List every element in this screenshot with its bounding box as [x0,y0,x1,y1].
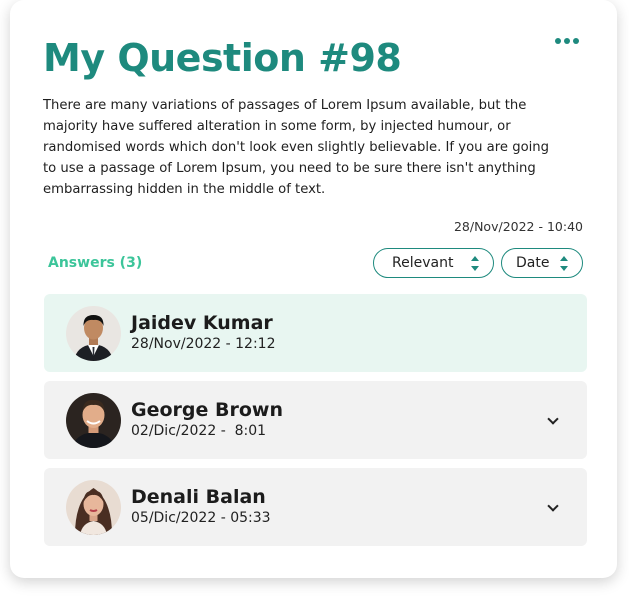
question-title: My Question #98 [43,36,402,80]
answer-row-jaidev-kumar[interactable]: Jaidev Kumar 28/Nov/2022 - 12:12 [44,294,587,372]
sort-relevant-button[interactable]: Relevant [373,248,494,278]
answer-date: 05/Dic/2022 - 05:33 [131,510,271,526]
sort-up-down-icon [560,256,568,271]
dot [573,38,579,44]
answers-count-label: Answers (3) [48,255,143,271]
question-date: 28/Nov/2022 - 10:40 [453,219,583,234]
avatar [66,480,121,535]
chevron-down-icon[interactable] [547,413,559,425]
answer-row-denali-balan[interactable]: Denali Balan 05/Dic/2022 - 05:33 [44,468,587,546]
avatar [66,306,121,361]
answer-date: 02/Dic/2022 - 8:01 [131,423,267,439]
sort-up-down-icon [471,256,479,271]
answer-row-george-brown[interactable]: George Brown 02/Dic/2022 - 8:01 [44,381,587,459]
answer-author: George Brown [131,399,283,421]
question-body: There are many variations of passages of… [43,98,550,197]
answer-author: Denali Balan [131,486,266,508]
answer-author: Jaidev Kumar [131,312,273,334]
sort-date-button[interactable]: Date [501,248,583,278]
more-options-icon[interactable] [549,33,585,49]
answer-date: 28/Nov/2022 - 12:12 [131,336,276,352]
avatar [66,393,121,448]
sort-relevant-label: Relevant [392,255,454,271]
chevron-down-icon[interactable] [547,500,559,512]
sort-date-label: Date [516,255,550,271]
dot [564,38,570,44]
dot [555,38,561,44]
question-card: My Question #98 There are many variation… [10,0,617,578]
